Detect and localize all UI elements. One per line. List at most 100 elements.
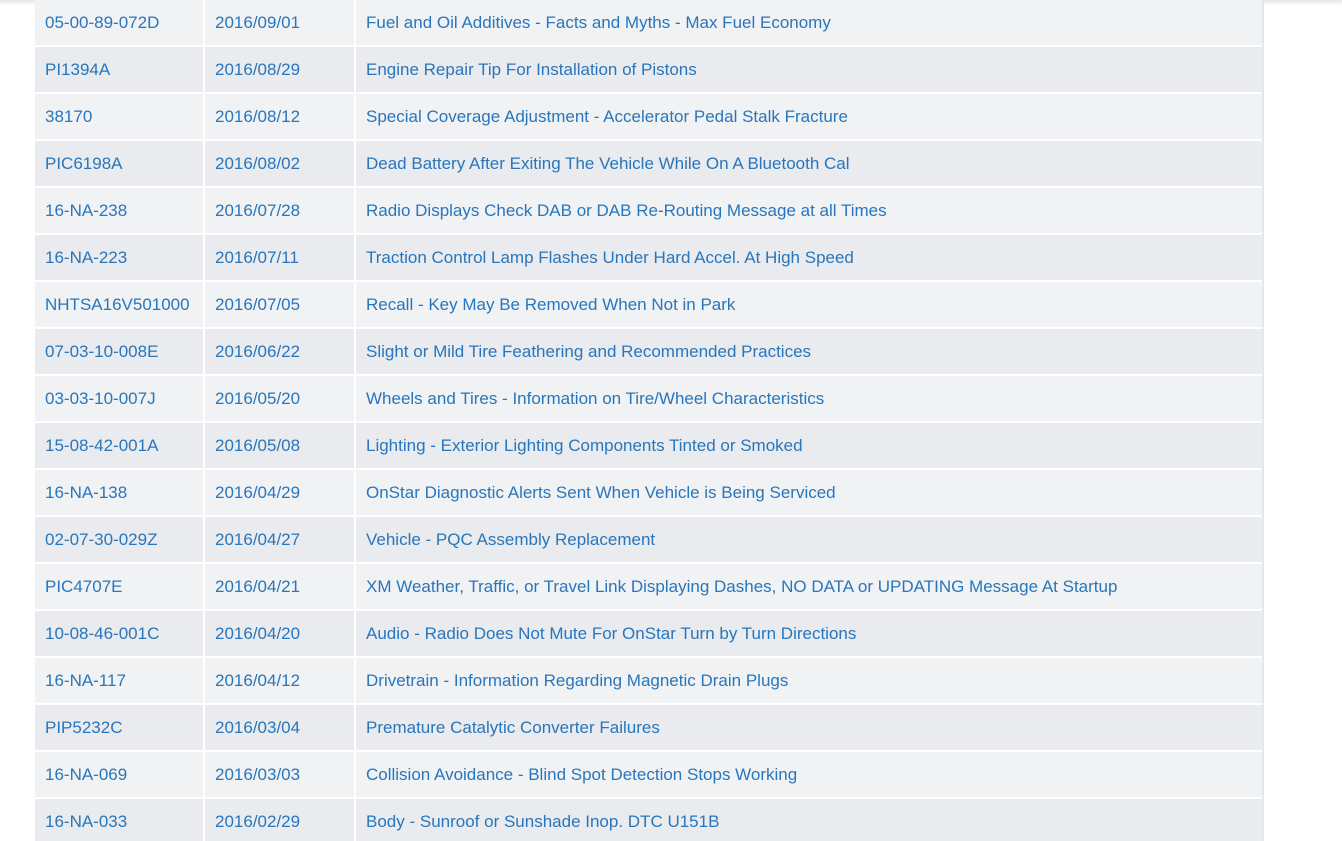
table-row: PIC6198A 2016/08/02 Dead Battery After E…	[35, 141, 1262, 188]
bulletin-title-link[interactable]: Fuel and Oil Additives - Facts and Myths…	[366, 13, 831, 33]
bulletin-id-cell: 07-03-10-008E	[35, 329, 205, 374]
bulletin-title-cell: Dead Battery After Exiting The Vehicle W…	[356, 141, 1262, 186]
bulletin-title-link[interactable]: Dead Battery After Exiting The Vehicle W…	[366, 154, 850, 174]
bulletin-title-link[interactable]: Drivetrain - Information Regarding Magne…	[366, 671, 788, 691]
bulletin-date-link[interactable]: 2016/05/20	[215, 389, 300, 409]
bulletin-date-link[interactable]: 2016/07/11	[215, 248, 299, 268]
bulletin-id-link[interactable]: 15-08-42-001A	[45, 436, 158, 456]
bulletin-title-cell: Vehicle - PQC Assembly Replacement	[356, 517, 1262, 562]
bulletin-title-link[interactable]: Lighting - Exterior Lighting Components …	[366, 436, 803, 456]
bulletin-id-link[interactable]: 16-NA-117	[45, 671, 126, 691]
bulletin-title-link[interactable]: OnStar Diagnostic Alerts Sent When Vehic…	[366, 483, 836, 503]
bulletin-title-cell: Collision Avoidance - Blind Spot Detecti…	[356, 752, 1262, 797]
bulletin-id-cell: 10-08-46-001C	[35, 611, 205, 656]
bulletin-id-link[interactable]: PIP5232C	[45, 718, 123, 738]
table-row: 38170 2016/08/12 Special Coverage Adjust…	[35, 94, 1262, 141]
table-row: PIP5232C 2016/03/04 Premature Catalytic …	[35, 705, 1262, 752]
bulletin-title-link[interactable]: Wheels and Tires - Information on Tire/W…	[366, 389, 824, 409]
table-row: 16-NA-033 2016/02/29 Body - Sunroof or S…	[35, 799, 1262, 841]
bulletin-title-link[interactable]: Special Coverage Adjustment - Accelerato…	[366, 107, 848, 127]
table-row: PIC4707E 2016/04/21 XM Weather, Traffic,…	[35, 564, 1262, 611]
bulletin-id-link[interactable]: 16-NA-238	[45, 201, 127, 221]
bulletin-date-link[interactable]: 2016/08/12	[215, 107, 300, 127]
bulletin-title-link[interactable]: Premature Catalytic Converter Failures	[366, 718, 660, 738]
table-row: 15-08-42-001A 2016/05/08 Lighting - Exte…	[35, 423, 1262, 470]
bulletin-date-cell: 2016/03/03	[205, 752, 356, 797]
bulletin-title-link[interactable]: Radio Displays Check DAB or DAB Re-Routi…	[366, 201, 887, 221]
bulletins-table-body: 05-00-89-072D 2016/09/01 Fuel and Oil Ad…	[35, 0, 1262, 841]
bulletin-title-cell: Traction Control Lamp Flashes Under Hard…	[356, 235, 1262, 280]
bulletin-date-cell: 2016/04/12	[205, 658, 356, 703]
bulletin-title-cell: Radio Displays Check DAB or DAB Re-Routi…	[356, 188, 1262, 233]
table-row: 16-NA-238 2016/07/28 Radio Displays Chec…	[35, 188, 1262, 235]
bulletin-title-link[interactable]: Slight or Mild Tire Feathering and Recom…	[366, 342, 811, 362]
bulletin-id-cell: PI1394A	[35, 47, 205, 92]
bulletin-date-link[interactable]: 2016/02/29	[215, 812, 300, 832]
table-row: 16-NA-223 2016/07/11 Traction Control La…	[35, 235, 1262, 282]
bulletin-id-cell: PIP5232C	[35, 705, 205, 750]
bulletin-date-link[interactable]: 2016/05/08	[215, 436, 300, 456]
bulletin-title-link[interactable]: XM Weather, Traffic, or Travel Link Disp…	[366, 577, 1117, 597]
bulletin-date-cell: 2016/04/29	[205, 470, 356, 515]
bulletin-title-link[interactable]: Vehicle - PQC Assembly Replacement	[366, 530, 655, 550]
table-row: 16-NA-138 2016/04/29 OnStar Diagnostic A…	[35, 470, 1262, 517]
bulletin-title-cell: Wheels and Tires - Information on Tire/W…	[356, 376, 1262, 421]
bulletin-id-link[interactable]: PI1394A	[45, 60, 110, 80]
bulletin-id-link[interactable]: PIC4707E	[45, 577, 123, 597]
bulletin-id-cell: 16-NA-138	[35, 470, 205, 515]
bulletin-id-link[interactable]: 07-03-10-008E	[45, 342, 158, 362]
table-row: 16-NA-069 2016/03/03 Collision Avoidance…	[35, 752, 1262, 799]
bulletin-date-cell: 2016/08/29	[205, 47, 356, 92]
table-row: 05-00-89-072D 2016/09/01 Fuel and Oil Ad…	[35, 0, 1262, 47]
bulletin-id-cell: 03-03-10-007J	[35, 376, 205, 421]
bulletin-id-link[interactable]: 38170	[45, 107, 92, 127]
bulletin-date-cell: 2016/06/22	[205, 329, 356, 374]
bulletin-title-link[interactable]: Body - Sunroof or Sunshade Inop. DTC U15…	[366, 812, 719, 832]
bulletin-date-link[interactable]: 2016/04/21	[215, 577, 300, 597]
bulletin-title-link[interactable]: Engine Repair Tip For Installation of Pi…	[366, 60, 697, 80]
bulletin-id-link[interactable]: PIC6198A	[45, 154, 123, 174]
bulletin-id-link[interactable]: 16-NA-138	[45, 483, 127, 503]
bulletin-id-link[interactable]: 02-07-30-029Z	[45, 530, 157, 550]
bulletin-date-link[interactable]: 2016/04/12	[215, 671, 300, 691]
bulletin-title-link[interactable]: Recall - Key May Be Removed When Not in …	[366, 295, 735, 315]
bulletin-title-link[interactable]: Collision Avoidance - Blind Spot Detecti…	[366, 765, 797, 785]
bulletin-title-cell: Audio - Radio Does Not Mute For OnStar T…	[356, 611, 1262, 656]
bulletin-id-cell: PIC4707E	[35, 564, 205, 609]
bulletin-date-link[interactable]: 2016/03/03	[215, 765, 300, 785]
bulletin-id-link[interactable]: 03-03-10-007J	[45, 389, 156, 409]
bulletin-date-link[interactable]: 2016/03/04	[215, 718, 300, 738]
bulletin-date-link[interactable]: 2016/04/29	[215, 483, 300, 503]
bulletin-date-link[interactable]: 2016/08/02	[215, 154, 300, 174]
bulletin-date-cell: 2016/07/11	[205, 235, 356, 280]
bulletin-date-cell: 2016/05/08	[205, 423, 356, 468]
bulletin-title-cell: Drivetrain - Information Regarding Magne…	[356, 658, 1262, 703]
bulletin-title-cell: Lighting - Exterior Lighting Components …	[356, 423, 1262, 468]
bulletin-title-cell: OnStar Diagnostic Alerts Sent When Vehic…	[356, 470, 1262, 515]
bulletin-date-link[interactable]: 2016/07/28	[215, 201, 300, 221]
bulletin-id-link[interactable]: NHTSA16V501000	[45, 295, 190, 315]
bulletin-date-link[interactable]: 2016/06/22	[215, 342, 300, 362]
bulletin-date-link[interactable]: 2016/08/29	[215, 60, 300, 80]
bulletin-title-link[interactable]: Audio - Radio Does Not Mute For OnStar T…	[366, 624, 856, 644]
bulletins-table: 05-00-89-072D 2016/09/01 Fuel and Oil Ad…	[35, 0, 1264, 841]
bulletin-id-link[interactable]: 16-NA-033	[45, 812, 127, 832]
bulletin-title-link[interactable]: Traction Control Lamp Flashes Under Hard…	[366, 248, 854, 268]
bulletin-date-cell: 2016/09/01	[205, 0, 356, 45]
table-row: 16-NA-117 2016/04/12 Drivetrain - Inform…	[35, 658, 1262, 705]
bulletin-date-link[interactable]: 2016/09/01	[215, 13, 300, 33]
bulletin-id-link[interactable]: 16-NA-069	[45, 765, 127, 785]
bulletin-id-link[interactable]: 10-08-46-001C	[45, 624, 159, 644]
table-row: 10-08-46-001C 2016/04/20 Audio - Radio D…	[35, 611, 1262, 658]
bulletin-title-cell: Fuel and Oil Additives - Facts and Myths…	[356, 0, 1262, 45]
bulletin-date-cell: 2016/02/29	[205, 799, 356, 841]
bulletin-date-link[interactable]: 2016/04/27	[215, 530, 300, 550]
bulletin-id-link[interactable]: 05-00-89-072D	[45, 13, 159, 33]
table-row: 07-03-10-008E 2016/06/22 Slight or Mild …	[35, 329, 1262, 376]
bulletin-title-cell: Recall - Key May Be Removed When Not in …	[356, 282, 1262, 327]
bulletin-id-link[interactable]: 16-NA-223	[45, 248, 127, 268]
bulletin-date-cell: 2016/07/05	[205, 282, 356, 327]
bulletin-date-link[interactable]: 2016/04/20	[215, 624, 300, 644]
bulletin-date-link[interactable]: 2016/07/05	[215, 295, 300, 315]
bulletin-title-cell: Engine Repair Tip For Installation of Pi…	[356, 47, 1262, 92]
